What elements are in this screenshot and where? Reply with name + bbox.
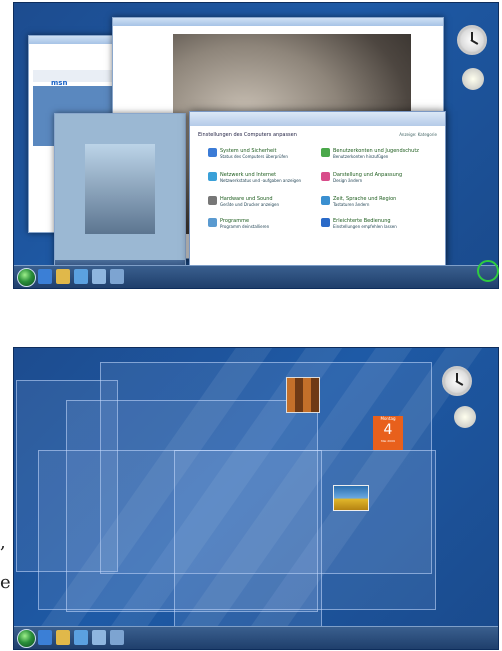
category-system[interactable]: System und Sicherheit Status des Computer… [208,148,330,159]
media-player-window[interactable] [54,113,186,275]
glass-outline-active [174,450,322,634]
programs-icon [208,218,217,227]
control-panel-title: Einstellungen des Computers anpassen [198,132,297,138]
explorer-icon[interactable] [56,269,70,284]
category-appearance[interactable]: Darstellung und Anpassung Design ändern [321,172,443,183]
taskbar [14,626,498,649]
category-link[interactable]: Netzwerkstatus und -aufgaben anzeigen [220,178,330,183]
photo-icon[interactable] [92,269,106,284]
category-users[interactable]: Benutzerkonten und Jugendschutz Benutzerk… [321,148,443,159]
stray-comma: , [0,532,6,553]
taskbar [14,265,498,288]
clock-globe-icon [321,196,330,205]
photo-viewer-titlebar[interactable] [113,18,443,26]
media-icon[interactable] [74,269,88,284]
media-icon[interactable] [74,630,88,645]
category-link[interactable]: Status des Computers überprüfen [220,154,330,159]
puzzle-gadget[interactable] [286,377,320,413]
category-accessibility[interactable]: Erleichterte Bedienung Einstellungen empf… [321,218,443,229]
category-programs[interactable]: Programme Programm deinstallieren [208,218,330,229]
calendar-month-year: Mai 2009 [381,439,395,443]
category-link[interactable]: Einstellungen empfehlen lassen [333,224,443,229]
control-panel-toolbar[interactable] [190,112,445,126]
category-hardware[interactable]: Hardware und Sound Geräte und Drucker anz… [208,196,330,207]
browser-titlebar[interactable] [29,36,121,44]
users-icon [321,148,330,157]
screenshot-aero-peek [13,347,499,650]
screenshot-normal-desktop: msn Einstellungen des Computers anpassen… [13,2,499,289]
printer-icon [208,196,217,205]
flower-photo-gadget[interactable] [333,485,369,511]
clock-gadget[interactable] [442,366,472,396]
start-button[interactable] [17,268,36,287]
penguin-video [85,144,155,234]
slideshow-gadget[interactable] [454,406,476,428]
ie-icon[interactable] [38,630,52,645]
control-panel-view-selector[interactable]: Anzeige: Kategorie [399,132,437,137]
accessibility-icon [321,218,330,227]
category-link[interactable]: Benutzerkonten hinzufügen [333,154,443,159]
slideshow-gadget[interactable] [462,68,484,90]
clock-gadget[interactable] [457,25,487,55]
appearance-icon [321,172,330,181]
category-link[interactable]: Tastaturen ändern [333,202,443,207]
calendar-day: 4 [383,422,393,438]
show-desktop-ring[interactable] [477,260,499,282]
calendar-gadget[interactable]: Montag 4 Mai 2009 [373,416,403,450]
start-button[interactable] [17,629,36,648]
browser-msn-header: msn [33,70,117,87]
shield-icon [208,148,217,157]
category-region[interactable]: Zeit, Sprache und Region Tastaturen änder… [321,196,443,207]
category-link[interactable]: Geräte und Drucker anzeigen [220,202,330,207]
control-panel-icon[interactable] [110,630,124,645]
globe-icon [208,172,217,181]
photo-icon[interactable] [92,630,106,645]
category-link[interactable]: Programm deinstallieren [220,224,330,229]
category-network[interactable]: Netzwerk und Internet Netzwerkstatus und … [208,172,330,183]
category-link[interactable]: Design ändern [333,178,443,183]
ie-icon[interactable] [38,269,52,284]
explorer-icon[interactable] [56,630,70,645]
control-panel-window[interactable]: Einstellungen des Computers anpassen Anz… [189,111,446,271]
control-panel-icon[interactable] [110,269,124,284]
stray-letter: e [0,572,11,593]
